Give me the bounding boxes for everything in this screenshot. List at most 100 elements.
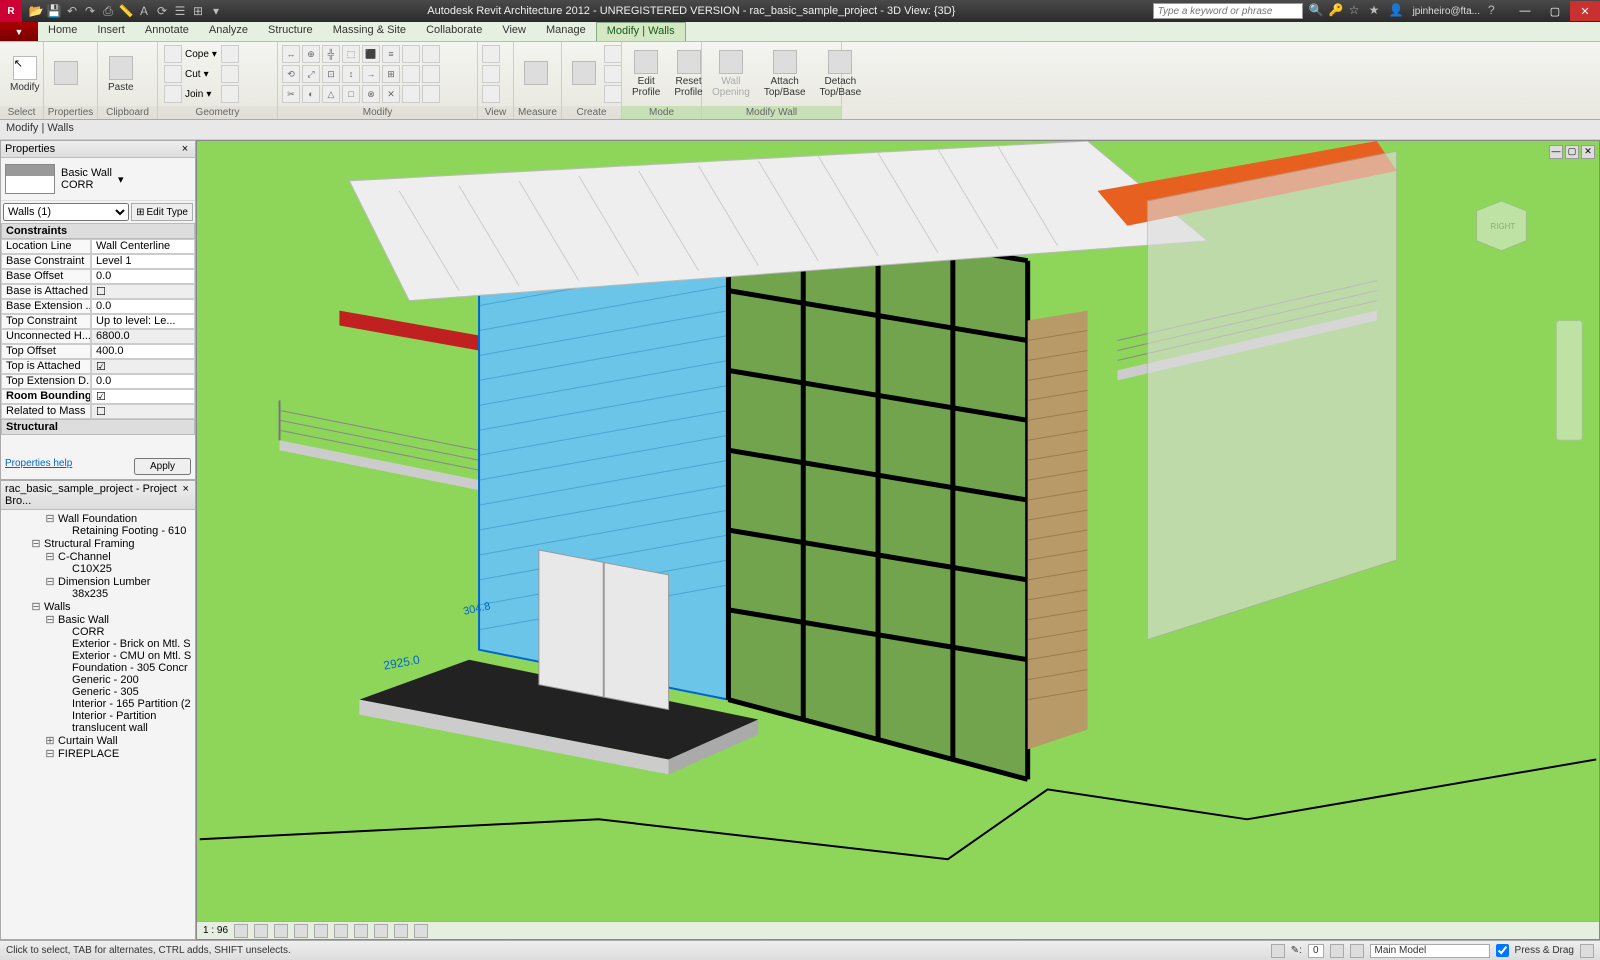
workset-field[interactable]: Main Model (1370, 944, 1490, 958)
tree-node[interactable]: Generic - 305 (3, 686, 193, 698)
3d-viewport[interactable]: — ▢ ✕ (196, 140, 1600, 940)
redo-icon[interactable]: ↷ (82, 3, 98, 19)
maximize-button[interactable]: ▢ (1540, 1, 1570, 21)
user-label[interactable]: jpinheiro@fta... (1409, 6, 1484, 17)
modify-tool[interactable] (402, 45, 420, 63)
prop-group[interactable]: Constraints (1, 223, 195, 239)
tree-node[interactable]: 38x235 (3, 588, 193, 600)
browser-close-icon[interactable]: × (181, 483, 191, 495)
worksets-icon[interactable] (1350, 944, 1364, 958)
filter-selector[interactable]: Walls (1) (3, 203, 129, 221)
property-row[interactable]: Location LineWall Centerline (1, 239, 195, 254)
tree-node[interactable]: translucent wall (3, 722, 193, 734)
help-icon[interactable]: ? (1488, 3, 1504, 19)
modify-tool[interactable]: ⬚ (342, 45, 360, 63)
crop-icon[interactable] (334, 924, 348, 938)
crop-region-icon[interactable] (354, 924, 368, 938)
tree-node[interactable]: ⊟ Dimension Lumber (3, 575, 193, 588)
create-tool[interactable] (604, 45, 622, 63)
tab-structure[interactable]: Structure (258, 22, 323, 41)
sync-icon[interactable]: ⟳ (154, 3, 170, 19)
view-tool[interactable] (482, 85, 500, 103)
expand-icon[interactable]: ⊟ (45, 747, 55, 760)
modify-button[interactable]: ↖Modify (4, 54, 45, 95)
property-row[interactable]: Base Extension ...0.0 (1, 299, 195, 314)
modify-tool[interactable] (422, 45, 440, 63)
property-row[interactable]: Top is Attached (1, 359, 195, 374)
tree-node[interactable]: CORR (3, 626, 193, 638)
tab-massing-site[interactable]: Massing & Site (323, 22, 416, 41)
editable-only-icon[interactable] (1330, 944, 1344, 958)
filter-icon[interactable] (1580, 944, 1594, 958)
user-icon[interactable]: 👤 (1389, 3, 1405, 19)
modify-tool[interactable]: ↔ (282, 45, 300, 63)
modify-tool[interactable] (402, 65, 420, 83)
join-icon[interactable] (164, 85, 182, 103)
thin-lines-icon[interactable]: ☰ (172, 3, 188, 19)
apply-button[interactable]: Apply (134, 458, 191, 475)
property-row[interactable]: Top ConstraintUp to level: Le... (1, 314, 195, 329)
undo-icon[interactable]: ↶ (64, 3, 80, 19)
tab-insert[interactable]: Insert (87, 22, 135, 41)
create-tool[interactable] (604, 85, 622, 103)
create-tool[interactable] (604, 65, 622, 83)
view-maximize-icon[interactable]: ▢ (1565, 145, 1579, 159)
scale-display[interactable]: 1 : 96 (203, 925, 228, 936)
geo-tool[interactable] (221, 85, 239, 103)
tree-node[interactable]: ⊟ Walls (3, 600, 193, 613)
text-icon[interactable]: A (136, 3, 152, 19)
tab-annotate[interactable]: Annotate (135, 22, 199, 41)
open-icon[interactable]: 📂 (28, 3, 44, 19)
property-row[interactable]: Base ConstraintLevel 1 (1, 254, 195, 269)
help-search-input[interactable] (1153, 3, 1303, 19)
tree-node[interactable]: ⊟ Basic Wall (3, 613, 193, 626)
tab-collaborate[interactable]: Collaborate (416, 22, 492, 41)
view-minimize-icon[interactable]: — (1549, 145, 1563, 159)
geo-tool[interactable] (221, 45, 239, 63)
modify-tool[interactable]: ⊡ (322, 65, 340, 83)
modify-tool[interactable]: ⊗ (362, 85, 380, 103)
type-selector[interactable]: Basic WallCORR ▾ (1, 158, 195, 201)
prop-group[interactable]: Structural (1, 419, 195, 435)
rendering-icon[interactable] (314, 924, 328, 938)
view-tool[interactable] (482, 65, 500, 83)
detach-top-base[interactable]: DetachTop/Base (814, 48, 868, 100)
modify-tool[interactable]: ⊞ (382, 65, 400, 83)
app-menu-button[interactable]: R (0, 0, 22, 22)
modify-tool[interactable]: → (362, 65, 380, 83)
modify-tool[interactable] (402, 85, 420, 103)
modify-tool[interactable]: ↕ (342, 65, 360, 83)
save-icon[interactable]: 💾 (46, 3, 62, 19)
modify-tool[interactable]: ◐ (302, 85, 320, 103)
view-tool[interactable] (482, 45, 500, 63)
modify-tool[interactable]: ╬ (322, 45, 340, 63)
tree-node[interactable]: Interior - Partition (3, 710, 193, 722)
sun-path-icon[interactable] (274, 924, 288, 938)
properties-close-icon[interactable]: × (179, 143, 191, 155)
tree-node[interactable]: Retaining Footing - 610 (3, 525, 193, 537)
tree-node[interactable]: C10X25 (3, 563, 193, 575)
expand-icon[interactable]: ⊟ (45, 575, 55, 588)
binoculars-icon[interactable]: 🔍 (1309, 3, 1325, 19)
reveal-icon[interactable] (414, 924, 428, 938)
switch-windows-icon[interactable]: ▾ (208, 3, 224, 19)
select-links-icon[interactable] (1271, 944, 1285, 958)
close-views-icon[interactable]: ⊞ (190, 3, 206, 19)
view-close-icon[interactable]: ✕ (1581, 145, 1595, 159)
tab-manage[interactable]: Manage (536, 22, 596, 41)
property-row[interactable]: Unconnected H...6800.0 (1, 329, 195, 344)
tree-node[interactable]: Foundation - 305 Concr (3, 662, 193, 674)
viewcube[interactable]: RIGHT (1477, 201, 1527, 251)
modify-tool[interactable]: ⬛ (362, 45, 380, 63)
tree-node[interactable]: ⊟ FIREPLACE (3, 747, 193, 760)
property-row[interactable]: Top Offset400.0 (1, 344, 195, 359)
shadows-icon[interactable] (294, 924, 308, 938)
tab-analyze[interactable]: Analyze (199, 22, 258, 41)
expand-icon[interactable]: ⊞ (45, 734, 55, 747)
favorite-icon[interactable]: ★ (1369, 3, 1385, 19)
key-icon[interactable]: 🔑 (1329, 3, 1345, 19)
tree-node[interactable]: ⊟ C-Channel (3, 550, 193, 563)
cut-icon[interactable] (164, 65, 182, 83)
expand-icon[interactable]: ⊟ (31, 537, 41, 550)
close-button[interactable]: ✕ (1570, 1, 1600, 21)
